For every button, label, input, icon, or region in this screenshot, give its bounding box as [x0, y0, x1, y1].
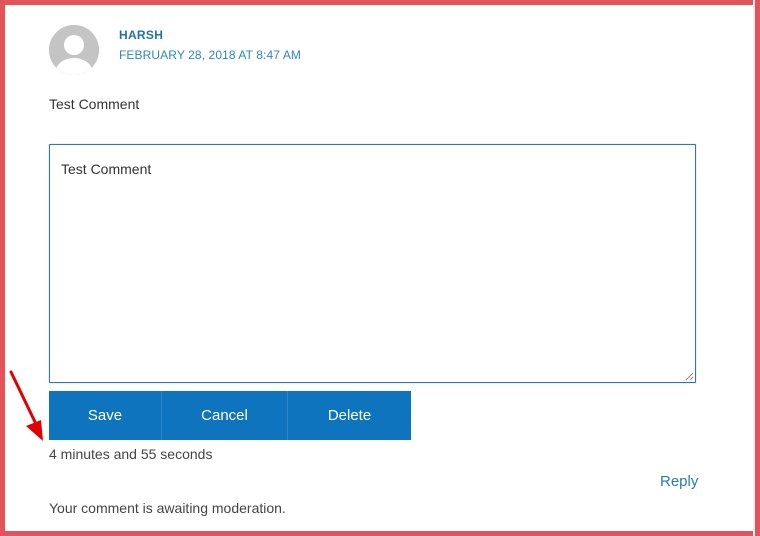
save-button[interactable]: Save [49, 391, 161, 440]
comment-date-link[interactable]: FEBRUARY 28, 2018 AT 8:47 AM [119, 48, 301, 62]
reply-link[interactable]: Reply [660, 473, 698, 490]
edit-timer: 4 minutes and 55 seconds [49, 446, 213, 462]
default-avatar-icon [49, 25, 99, 75]
delete-button[interactable]: Delete [287, 391, 411, 440]
comment-text: Test Comment [49, 96, 140, 112]
right-edge-strip [753, 0, 755, 536]
comment-author-link[interactable]: HARSH [119, 28, 163, 42]
red-arrow-icon [9, 370, 43, 441]
edit-comment-textarea[interactable]: Test Comment [49, 144, 696, 383]
moderation-notice: Your comment is awaiting moderation. [49, 500, 286, 516]
cancel-button[interactable]: Cancel [161, 391, 287, 440]
edit-button-group: Save Cancel Delete [49, 391, 411, 440]
resize-grip-icon[interactable] [684, 371, 694, 381]
